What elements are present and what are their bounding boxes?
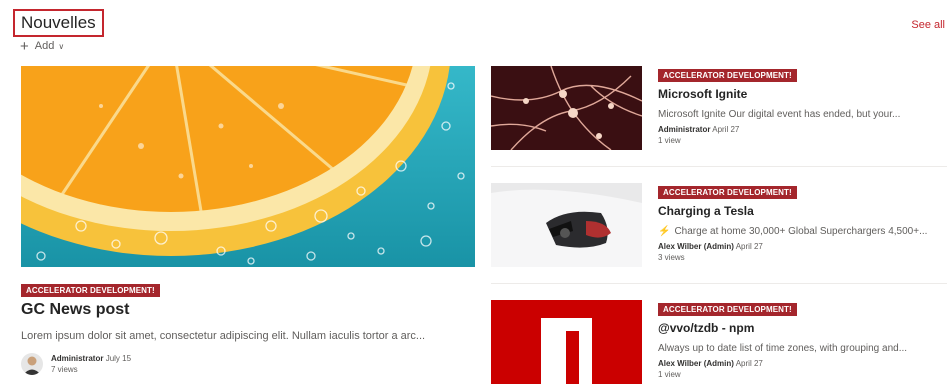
hero-date: July 15 bbox=[105, 354, 132, 363]
item-description: ⚡ Charge at home 30,000+ Global Superchar… bbox=[658, 226, 928, 237]
person-icon bbox=[23, 356, 41, 375]
item-author[interactable]: Alex Wilber (Admin) bbox=[658, 359, 734, 368]
hero-image[interactable] bbox=[21, 66, 475, 267]
npm-thumbnail bbox=[491, 300, 642, 384]
item-date: April 27 bbox=[712, 125, 740, 134]
add-label: Add bbox=[34, 40, 55, 52]
add-button[interactable]: + Add ∨ bbox=[20, 37, 65, 55]
see-all-link[interactable]: See all bbox=[911, 19, 945, 31]
plus-icon: + bbox=[20, 37, 29, 55]
item-title[interactable]: Charging a Tesla bbox=[658, 204, 754, 218]
hero-meta: Administrator July 15 7 views bbox=[21, 353, 131, 375]
news-item-microsoft-ignite[interactable]: ACCELERATOR DEVELOPMENT! Microsoft Ignit… bbox=[491, 66, 947, 150]
item-description: Always up to date list of time zones, wi… bbox=[658, 343, 908, 354]
hero-title[interactable]: GC News post bbox=[21, 301, 129, 319]
hero-category-tag[interactable]: ACCELERATOR DEVELOPMENT! bbox=[21, 284, 160, 297]
chevron-down-icon: ∨ bbox=[58, 41, 65, 51]
item-category-tag[interactable]: ACCELERATOR DEVELOPMENT! bbox=[658, 303, 797, 316]
item-title[interactable]: @vvo/tzdb - npm bbox=[658, 321, 754, 335]
item-category-tag[interactable]: ACCELERATOR DEVELOPMENT! bbox=[658, 186, 797, 199]
item-views: 1 view bbox=[658, 370, 681, 379]
divider bbox=[491, 166, 947, 167]
item-author[interactable]: Alex Wilber (Admin) bbox=[658, 242, 734, 251]
item-date: April 27 bbox=[735, 359, 763, 368]
tesla-thumbnail bbox=[491, 183, 642, 267]
divider bbox=[491, 283, 947, 284]
item-meta: Administrator April 27 1 view bbox=[658, 124, 739, 146]
news-item-vvo-tzdb[interactable]: ACCELERATOR DEVELOPMENT! @vvo/tzdb - npm… bbox=[491, 300, 947, 384]
lightning-icon: ⚡ bbox=[658, 226, 671, 237]
item-category-tag[interactable]: ACCELERATOR DEVELOPMENT! bbox=[658, 69, 797, 82]
item-meta: Alex Wilber (Admin) April 27 1 view bbox=[658, 358, 763, 380]
item-description: Microsoft Ignite Our digital event has e… bbox=[658, 109, 901, 120]
hero-views: 7 views bbox=[51, 365, 78, 374]
section-title: Nouvelles bbox=[21, 13, 96, 32]
hero-description: Lorem ipsum dolor sit amet, consectetur … bbox=[21, 330, 426, 342]
item-author[interactable]: Administrator bbox=[658, 125, 710, 134]
hero-author[interactable]: Administrator bbox=[51, 354, 103, 363]
news-item-charging-a-tesla[interactable]: ACCELERATOR DEVELOPMENT! Charging a Tesl… bbox=[491, 183, 947, 267]
item-views: 1 view bbox=[658, 136, 681, 145]
avatar bbox=[21, 353, 43, 375]
orange-slice-image bbox=[21, 66, 475, 267]
item-views: 3 views bbox=[658, 253, 685, 262]
neuron-thumbnail bbox=[491, 66, 642, 150]
item-date: April 27 bbox=[735, 242, 763, 251]
item-meta: Alex Wilber (Admin) April 27 3 views bbox=[658, 241, 763, 263]
item-title[interactable]: Microsoft Ignite bbox=[658, 87, 747, 101]
